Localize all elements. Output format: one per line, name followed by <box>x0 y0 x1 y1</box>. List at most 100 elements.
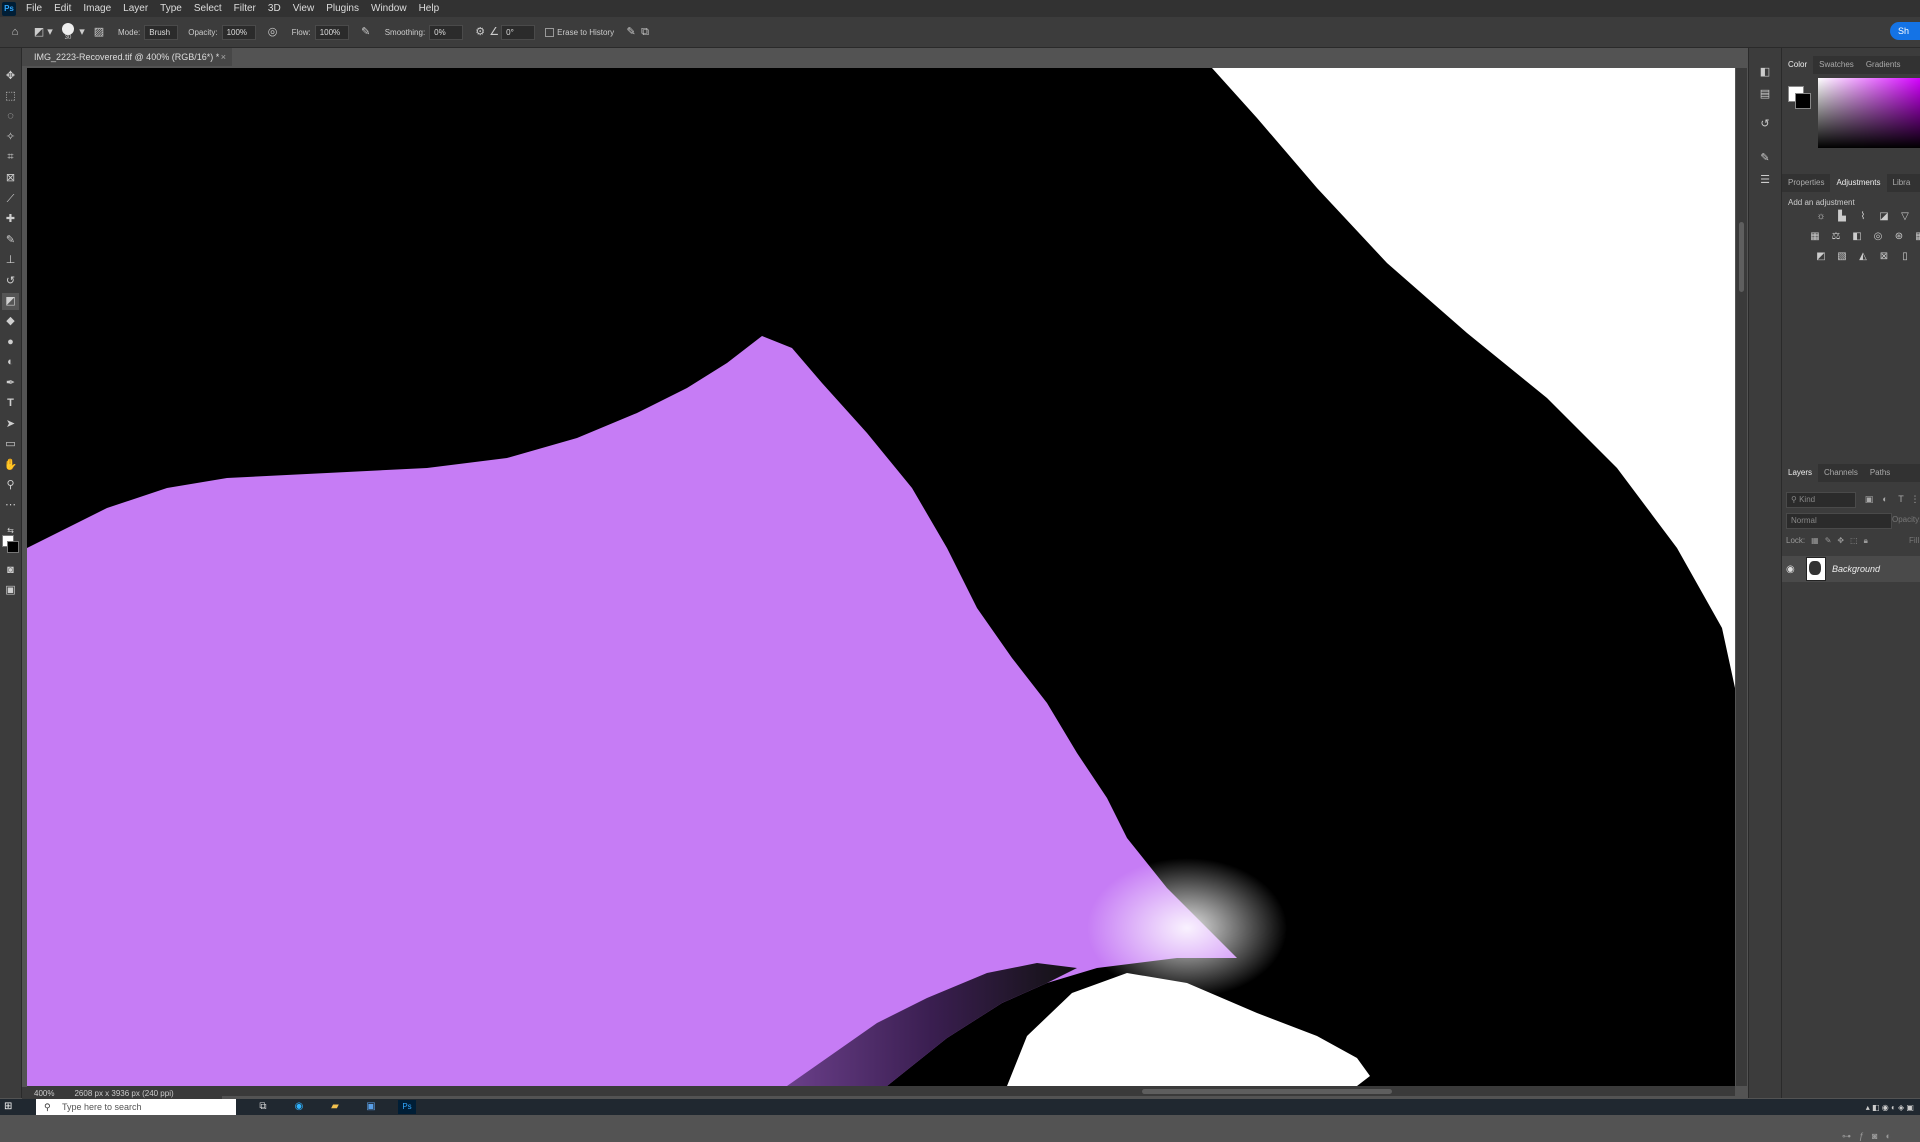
eraser-tool-icon[interactable]: ◩ <box>2 293 19 310</box>
photoshop-logo-icon[interactable]: Ps <box>2 1 16 16</box>
vibrance-icon[interactable]: ▽ <box>1896 210 1914 224</box>
brush-tool-icon[interactable]: ✎ <box>2 232 19 249</box>
lock-position-icon[interactable]: ✥ <box>1837 536 1844 546</box>
comments-icon[interactable]: ▤ <box>1757 86 1773 102</box>
filter-pixel-icon[interactable]: ▣ <box>1862 492 1876 506</box>
tab-swatches[interactable]: Swatches <box>1813 56 1860 74</box>
magic-wand-tool-icon[interactable]: ✧ <box>2 129 19 146</box>
channel-mixer-icon[interactable]: ⊛ <box>1890 230 1908 244</box>
lock-artboard-icon[interactable]: ⬚ <box>1850 536 1858 546</box>
home-icon[interactable]: ⌂ <box>8 25 22 39</box>
tab-gradients[interactable]: Gradients <box>1860 56 1907 74</box>
brush-settings-panel-icon[interactable]: ✎ <box>1757 150 1773 166</box>
curves-icon[interactable]: ⌇ <box>1854 210 1872 224</box>
healing-brush-tool-icon[interactable]: ✚ <box>2 211 19 228</box>
history-icon[interactable]: ↺ <box>1757 116 1773 132</box>
layer-row-background[interactable]: ◉ Background <box>1782 556 1920 582</box>
tab-color[interactable]: Color <box>1782 56 1814 74</box>
history-brush-tool-icon[interactable]: ↺ <box>2 273 19 290</box>
menu-filter[interactable]: Filter <box>228 3 262 14</box>
zoom-tool-icon[interactable]: ⚲ <box>2 477 19 494</box>
menu-window[interactable]: Window <box>365 3 413 14</box>
path-selection-tool-icon[interactable]: ➤ <box>2 416 19 433</box>
lock-all-icon[interactable]: 🔒︎ <box>1864 536 1868 546</box>
menu-view[interactable]: View <box>287 3 321 14</box>
filter-type-icon[interactable]: T <box>1894 492 1908 506</box>
color-picker-field[interactable] <box>1818 78 1920 148</box>
layers-filter-kind[interactable]: ⚲ Kind <box>1786 492 1856 508</box>
symmetry-icon[interactable]: ⧉ <box>638 25 652 39</box>
close-icon[interactable]: × <box>221 48 226 66</box>
tab-channels[interactable]: Channels <box>1818 464 1864 482</box>
paint-bucket-tool-icon[interactable]: ◆ <box>2 313 19 330</box>
tab-layers[interactable]: Layers <box>1782 464 1819 482</box>
dodge-tool-icon[interactable]: ◐ <box>2 354 19 371</box>
filter-adjustment-icon[interactable]: ◐ <box>1878 492 1892 506</box>
tab-properties[interactable]: Properties <box>1782 174 1830 192</box>
threshold-icon[interactable]: ◭ <box>1854 250 1872 264</box>
brush-settings-icon[interactable]: ▨ <box>92 25 106 39</box>
document-canvas[interactable] <box>27 68 1735 1086</box>
filter-shape-icon[interactable]: ⋮ <box>1908 492 1920 506</box>
tab-paths[interactable]: Paths <box>1864 464 1896 482</box>
clone-stamp-tool-icon[interactable]: ⊥ <box>2 252 19 269</box>
tab-adjustments[interactable]: Adjustments <box>1830 174 1887 192</box>
background-color-swatch[interactable] <box>7 541 19 553</box>
brush-preset-picker[interactable]: 30 <box>62 23 74 41</box>
tool-preset-chevron-icon[interactable]: ▾ <box>46 25 54 39</box>
posterize-icon[interactable]: ▧ <box>1833 250 1851 264</box>
document-info[interactable]: 2608 px x 3936 px (240 ppi) <box>74 1089 173 1098</box>
crop-tool-icon[interactable]: ⌗ <box>2 149 19 166</box>
horizontal-scroll-thumb[interactable] <box>1142 1089 1392 1094</box>
lock-transparent-icon[interactable]: ▦ <box>1811 536 1819 546</box>
blend-mode-select[interactable]: Normal <box>1786 513 1892 529</box>
menu-file[interactable]: File <box>20 3 48 14</box>
menu-plugins[interactable]: Plugins <box>320 3 365 14</box>
opacity-input[interactable]: 100% <box>221 24 256 40</box>
smoothing-input[interactable]: 0% <box>429 24 464 40</box>
erase-history-checkbox[interactable] <box>545 27 555 37</box>
adjustments-panel-icon[interactable]: ☰ <box>1757 172 1773 188</box>
photoshop-taskbar-icon[interactable]: Ps <box>398 1100 416 1114</box>
move-tool-icon[interactable]: ✥ <box>2 68 19 85</box>
photo-filter-icon[interactable]: ◎ <box>1869 230 1887 244</box>
color-balance-icon[interactable]: ⚖ <box>1827 230 1845 244</box>
invert-icon[interactable]: ◩ <box>1812 250 1830 264</box>
hue-saturation-icon[interactable]: ▦ <box>1806 230 1824 244</box>
rectangle-tool-icon[interactable]: ▭ <box>2 436 19 453</box>
eyedropper-tool-icon[interactable]: ⟋ <box>2 191 19 208</box>
menu-select[interactable]: Select <box>188 3 228 14</box>
menu-image[interactable]: Image <box>77 3 117 14</box>
store-icon[interactable]: ▣ <box>362 1100 380 1114</box>
link-layers-icon[interactable]: ⊶ <box>1842 1131 1851 1142</box>
gradient-map-icon[interactable]: ▯ <box>1896 250 1914 264</box>
more-tools-icon[interactable]: ⋯ <box>2 497 19 514</box>
pen-tool-icon[interactable]: ✒ <box>2 375 19 392</box>
airbrush-icon[interactable]: ✎ <box>359 25 373 39</box>
type-tool-icon[interactable]: T <box>2 395 19 412</box>
menu-edit[interactable]: Edit <box>48 3 77 14</box>
add-mask-icon[interactable]: ◙ <box>1872 1131 1877 1142</box>
mode-select[interactable]: Brush <box>144 24 179 40</box>
frame-tool-icon[interactable]: ⊠ <box>2 170 19 187</box>
tab-libraries[interactable]: Libra <box>1887 174 1917 192</box>
taskbar-search-input[interactable]: ⚲ Type here to search <box>36 1099 236 1115</box>
task-view-icon[interactable]: ⧉ <box>254 1100 272 1114</box>
color-lookup-icon[interactable]: ▦ <box>1911 230 1920 244</box>
black-white-icon[interactable]: ◧ <box>1848 230 1866 244</box>
menu-help[interactable]: Help <box>413 3 446 14</box>
gear-icon[interactable]: ⚙ <box>473 25 487 39</box>
eraser-tool-icon[interactable]: ◩ <box>32 25 46 39</box>
menu-layer[interactable]: Layer <box>117 3 154 14</box>
vertical-scrollbar[interactable] <box>1736 68 1747 1086</box>
erase-history-control[interactable]: Erase to History <box>545 27 614 37</box>
file-explorer-icon[interactable]: ▰ <box>326 1100 344 1114</box>
hand-tool-icon[interactable]: ✋ <box>2 457 19 474</box>
eye-icon[interactable]: ◉ <box>1786 564 1802 575</box>
exposure-icon[interactable]: ◪ <box>1875 210 1893 224</box>
flow-input[interactable]: 100% <box>314 24 349 40</box>
menu-type[interactable]: Type <box>154 3 188 14</box>
menu-3d[interactable]: 3D <box>262 3 287 14</box>
quick-mask-icon[interactable]: ◙ <box>2 562 19 579</box>
learn-icon[interactable]: ◧ <box>1757 64 1773 80</box>
